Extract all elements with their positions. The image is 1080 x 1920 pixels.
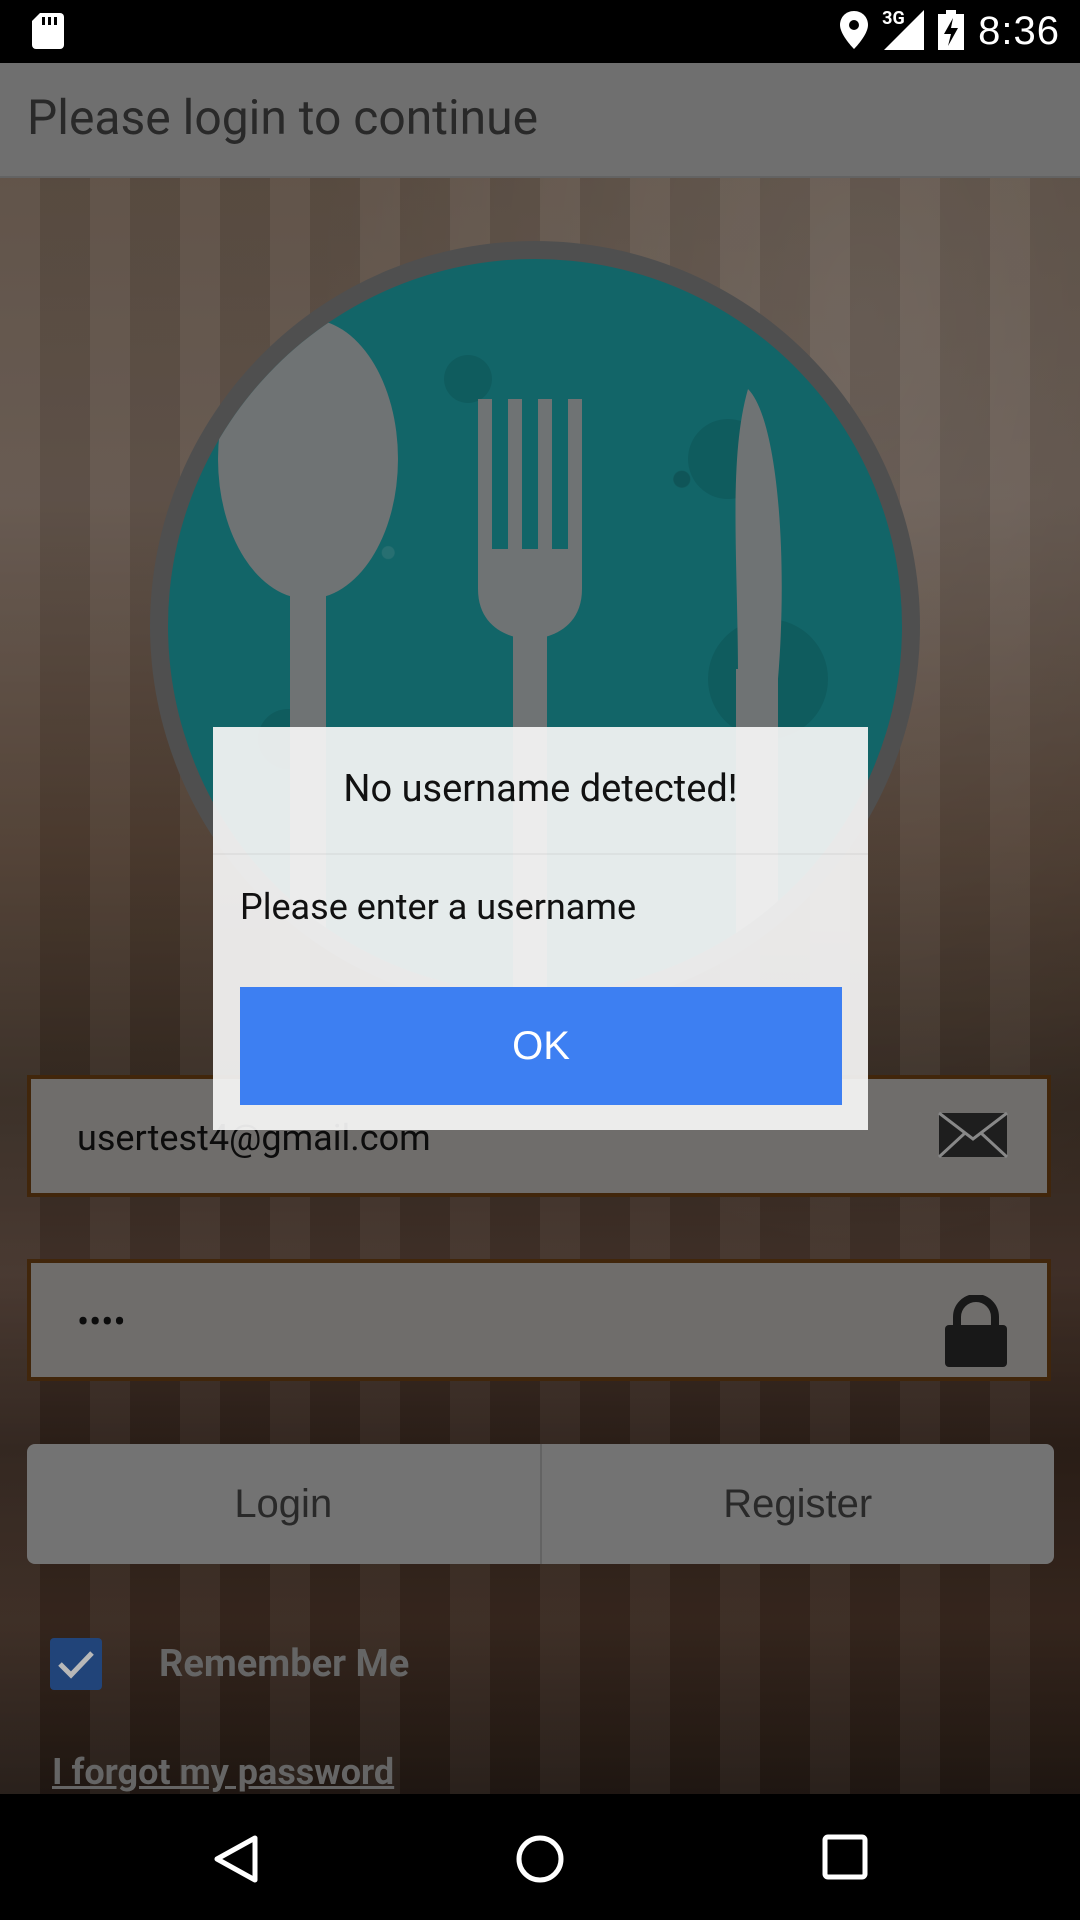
- recents-icon[interactable]: [822, 1834, 868, 1884]
- alert-dialog: No username detected! Please enter a use…: [213, 727, 868, 1130]
- location-icon: [840, 10, 869, 53]
- status-bar: 3G 8:36: [0, 0, 1080, 63]
- signal-icon: 3G: [882, 7, 925, 54]
- dialog-title: No username detected!: [343, 767, 738, 811]
- sd-card-icon: [32, 13, 64, 53]
- network-type-label: 3G: [882, 7, 905, 29]
- home-icon[interactable]: [515, 1834, 565, 1888]
- clock: 8:36: [978, 9, 1060, 53]
- back-icon[interactable]: [213, 1834, 259, 1888]
- ok-button[interactable]: OK: [240, 987, 842, 1105]
- dialog-divider: [213, 853, 868, 855]
- navigation-bar: [0, 1794, 1080, 1920]
- dialog-message: Please enter a username: [240, 886, 637, 928]
- login-screen: Please login to continue usertest4@gmail…: [0, 63, 1080, 1794]
- battery-charging-icon: [938, 9, 965, 54]
